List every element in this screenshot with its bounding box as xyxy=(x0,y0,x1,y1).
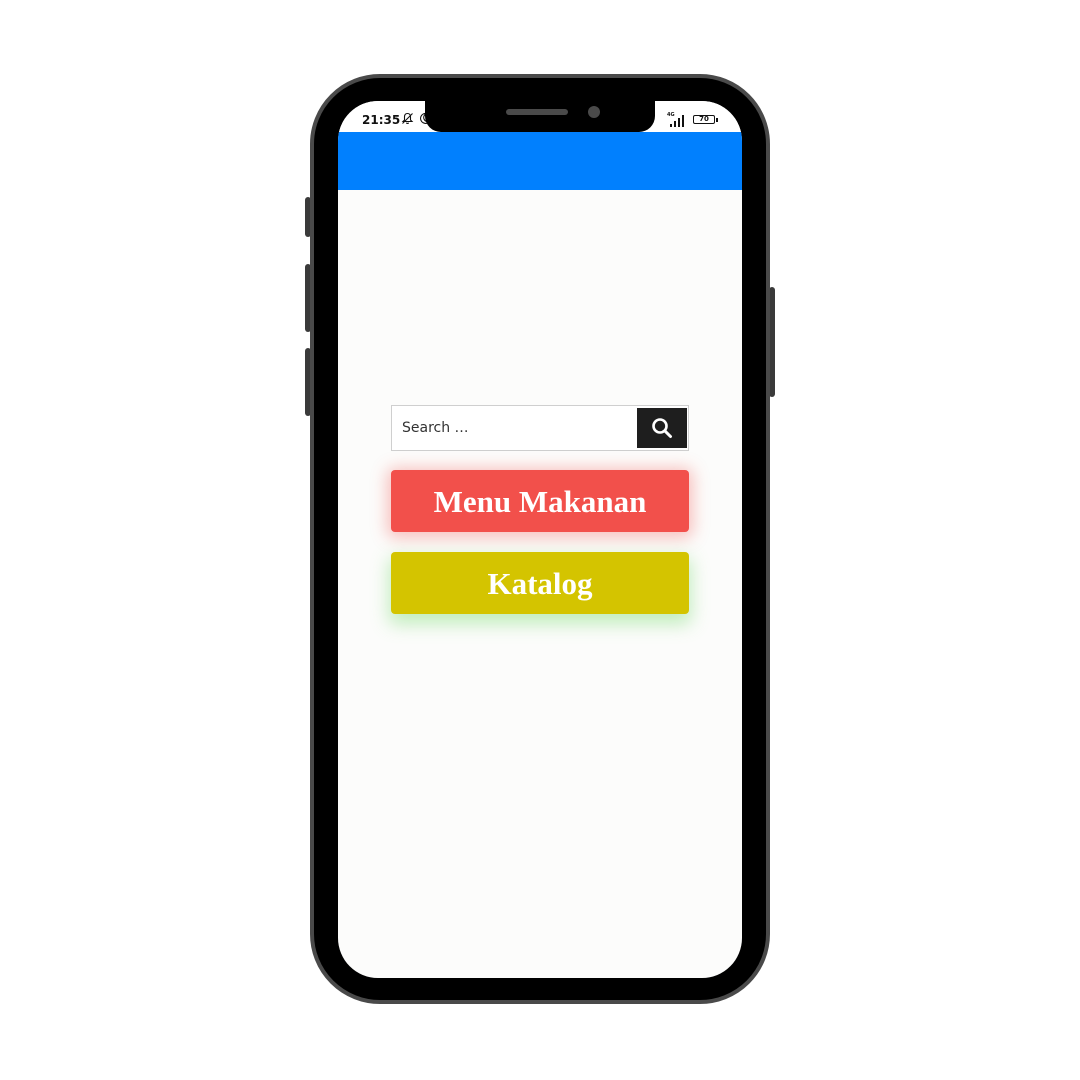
bell-off-icon xyxy=(401,112,414,128)
battery-level: 70 xyxy=(699,115,709,123)
status-time: 21:35 xyxy=(362,113,401,127)
signal-icon xyxy=(670,115,684,127)
search-button[interactable] xyxy=(637,408,687,448)
search-icon xyxy=(652,418,672,438)
search-input[interactable] xyxy=(392,406,636,450)
search-form xyxy=(391,405,689,451)
app-bar xyxy=(338,132,742,190)
phone-notch xyxy=(425,101,655,132)
speaker-grille xyxy=(506,109,568,115)
front-camera xyxy=(588,106,600,118)
battery-tip xyxy=(716,118,718,122)
phone-mockup: 21:35 4G 70 Search … Menu Makanan Katalo… xyxy=(0,0,1080,1080)
menu-makanan-button[interactable]: Menu Makanan xyxy=(391,470,689,532)
phone-screen: 21:35 4G 70 Search … Menu Makanan Katalo… xyxy=(338,101,742,978)
status-bar: 21:35 4G 70 xyxy=(338,101,742,132)
katalog-button[interactable]: Katalog xyxy=(391,552,689,614)
battery-icon: 70 xyxy=(693,115,715,124)
